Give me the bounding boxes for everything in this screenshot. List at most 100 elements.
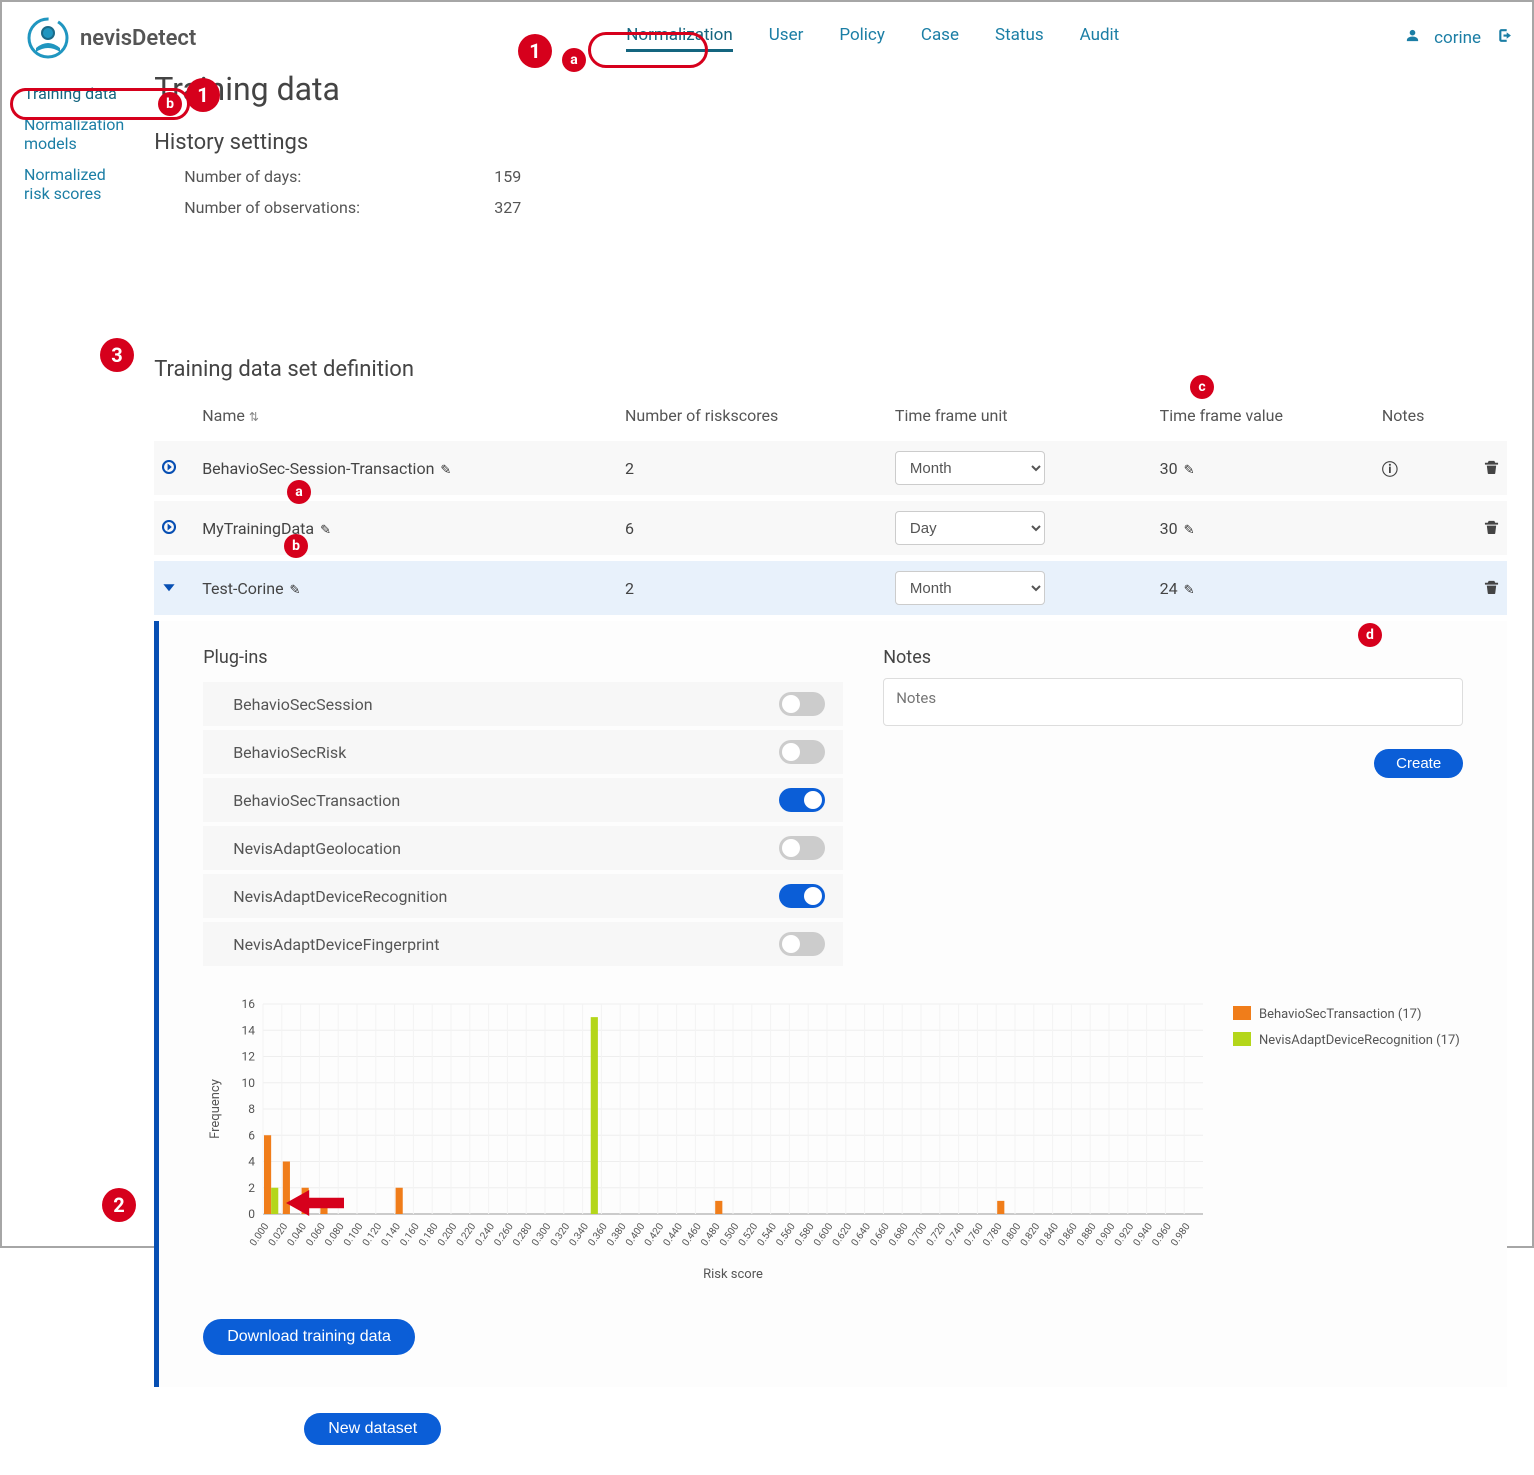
download-training-data-button[interactable]: Download training data: [203, 1319, 415, 1355]
svg-text:0.980: 0.980: [1169, 1221, 1193, 1248]
anno-circle-1b: 1: [186, 78, 220, 112]
nav-audit[interactable]: Audit: [1080, 25, 1120, 52]
row-time-value: 30: [1160, 459, 1178, 478]
anno-circle-1: 1: [518, 34, 552, 68]
svg-text:14: 14: [242, 1023, 256, 1037]
histogram-chart: 02468101214160.0000.0200.0400.0600.0800.…: [203, 994, 1463, 1289]
plugin-toggle[interactable]: [779, 836, 825, 860]
page-title: Training data: [154, 70, 1507, 108]
notes-input[interactable]: [883, 678, 1463, 726]
svg-text:0.880: 0.880: [1075, 1221, 1099, 1248]
plugins-title: Plug-ins: [203, 647, 843, 668]
col-name[interactable]: Name ⇅: [194, 396, 617, 438]
time-unit-select[interactable]: MonthDay: [895, 451, 1045, 485]
notes-label: Notes: [883, 647, 1463, 668]
svg-text:0.660: 0.660: [869, 1221, 893, 1248]
delete-icon[interactable]: [1484, 519, 1499, 538]
svg-text:0.940: 0.940: [1132, 1221, 1156, 1248]
row-scores: 2: [625, 459, 634, 478]
svg-text:0.360: 0.360: [587, 1221, 611, 1248]
edit-icon[interactable]: ✎: [320, 523, 331, 538]
edit-icon[interactable]: ✎: [1184, 523, 1195, 538]
svg-text:0.500: 0.500: [718, 1221, 742, 1248]
svg-text:0.380: 0.380: [605, 1221, 629, 1248]
time-unit-select[interactable]: MonthDay: [895, 511, 1045, 545]
svg-text:BehavioSecTransaction (17): BehavioSecTransaction (17): [1259, 1007, 1422, 1022]
days-label: Number of days:: [184, 167, 494, 186]
expand-icon[interactable]: [162, 520, 182, 538]
row-time-value: 24: [1160, 579, 1178, 598]
svg-text:0.220: 0.220: [455, 1221, 479, 1248]
plugin-row: NevisAdaptGeolocation: [203, 826, 843, 870]
svg-text:0.260: 0.260: [493, 1221, 517, 1248]
nav-policy[interactable]: Policy: [839, 25, 885, 52]
col-time-unit: Time frame unit: [887, 396, 1152, 438]
edit-icon[interactable]: ✎: [1184, 463, 1195, 478]
dataset-detail-panel: Plug-ins BehavioSecSessionBehavioSecRisk…: [154, 621, 1507, 1387]
nav-status[interactable]: Status: [995, 25, 1044, 52]
plugin-row: NevisAdaptDeviceFingerprint: [203, 922, 843, 966]
info-icon[interactable]: ⓘ: [1382, 460, 1398, 479]
expand-icon[interactable]: [162, 460, 182, 478]
svg-text:0.400: 0.400: [624, 1221, 648, 1248]
plugin-toggle[interactable]: [779, 884, 825, 908]
new-dataset-button[interactable]: New dataset: [304, 1413, 441, 1445]
svg-text:0.960: 0.960: [1151, 1221, 1175, 1248]
svg-text:0: 0: [248, 1207, 255, 1221]
svg-text:0.300: 0.300: [530, 1221, 554, 1248]
create-button[interactable]: Create: [1374, 749, 1463, 778]
svg-text:0.480: 0.480: [699, 1221, 723, 1248]
plugin-name: NevisAdaptDeviceRecognition: [233, 887, 447, 906]
svg-text:6: 6: [248, 1128, 255, 1142]
svg-text:0.440: 0.440: [662, 1221, 686, 1248]
anno-circle-2: 2: [102, 1188, 136, 1222]
plugin-toggle[interactable]: [779, 788, 825, 812]
svg-text:Frequency: Frequency: [208, 1079, 223, 1139]
anno-letter-d: d: [1358, 623, 1382, 647]
sort-icon[interactable]: ⇅: [249, 410, 259, 424]
col-time-value: Time frame value: [1152, 396, 1374, 438]
expand-icon[interactable]: [162, 580, 182, 598]
anno-letter-c: c: [1190, 375, 1214, 399]
svg-text:0.140: 0.140: [380, 1221, 404, 1248]
plugin-name: NevisAdaptDeviceFingerprint: [233, 935, 439, 954]
delete-icon[interactable]: [1484, 459, 1499, 478]
logo-icon: [26, 16, 70, 60]
svg-text:0.540: 0.540: [756, 1221, 780, 1248]
edit-icon[interactable]: ✎: [1184, 583, 1195, 598]
plugin-row: BehavioSecRisk: [203, 730, 843, 774]
svg-text:0.860: 0.860: [1057, 1221, 1081, 1248]
anno-ring-normalization: [588, 32, 708, 68]
time-unit-select[interactable]: MonthDay: [895, 571, 1045, 605]
logout-icon[interactable]: [1495, 27, 1512, 49]
svg-text:0.460: 0.460: [681, 1221, 705, 1248]
svg-text:0.600: 0.600: [812, 1221, 836, 1248]
nav-user[interactable]: User: [769, 25, 804, 52]
svg-text:8: 8: [248, 1102, 255, 1116]
svg-text:16: 16: [242, 997, 256, 1011]
svg-text:0.060: 0.060: [305, 1221, 329, 1248]
svg-text:10: 10: [242, 1076, 256, 1090]
plugin-name: BehavioSecRisk: [233, 743, 346, 762]
edit-icon[interactable]: ✎: [440, 463, 451, 478]
svg-text:Risk score: Risk score: [703, 1267, 763, 1282]
svg-text:0.640: 0.640: [850, 1221, 874, 1248]
plugin-row: NevisAdaptDeviceRecognition: [203, 874, 843, 918]
svg-text:0.900: 0.900: [1094, 1221, 1118, 1248]
anno-circle-3: 3: [100, 338, 134, 372]
svg-text:0.200: 0.200: [436, 1221, 460, 1248]
username[interactable]: corine: [1434, 28, 1481, 48]
plugin-name: NevisAdaptGeolocation: [233, 839, 401, 858]
anno-letter-b-plugins: b: [284, 534, 308, 558]
plugin-toggle[interactable]: [779, 932, 825, 956]
anno-letter-a-detail: a: [287, 480, 311, 504]
row-time-value: 30: [1160, 519, 1178, 538]
sidebar-norm-risk-scores[interactable]: Normalized risk scores: [14, 159, 134, 209]
svg-text:0.720: 0.720: [925, 1221, 949, 1248]
delete-icon[interactable]: [1484, 579, 1499, 598]
edit-icon[interactable]: ✎: [290, 583, 301, 598]
nav-case[interactable]: Case: [921, 25, 959, 52]
plugin-toggle[interactable]: [779, 740, 825, 764]
plugin-toggle[interactable]: [779, 692, 825, 716]
user-icon: [1405, 28, 1420, 48]
